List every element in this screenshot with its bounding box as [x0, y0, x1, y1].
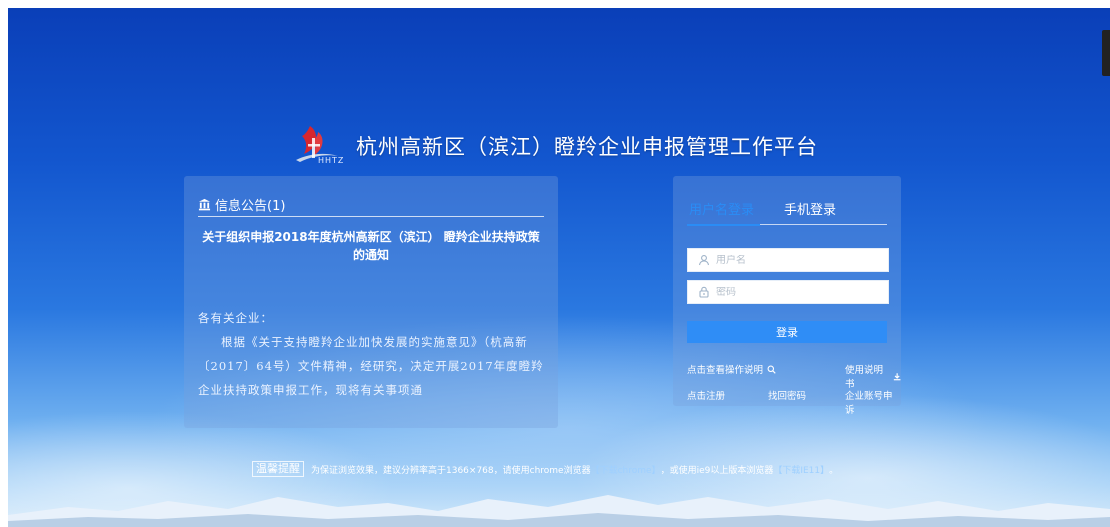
logo-text: HHTZ	[318, 156, 345, 165]
tip-text-3: 。	[829, 465, 839, 476]
login-tabs: 用户名登录 手机登录	[687, 198, 887, 226]
lock-icon	[699, 286, 709, 298]
download-chrome-link[interactable]: 【下载chrome】	[591, 463, 661, 476]
view-guide-link[interactable]: 点击查看操作说明	[687, 362, 776, 376]
tip-label: 温馨提醒	[252, 461, 304, 477]
tab-username-login[interactable]: 用户名登录	[687, 198, 761, 226]
page-title: 杭州高新区（滨江）瞪羚企业申报管理工作平台	[356, 135, 818, 159]
notice-paragraph: 根据《关于支持瞪羚企业加快发展的实施意见》（杭高新〔2017〕64号）文件精神，…	[198, 335, 544, 397]
username-field[interactable]	[687, 248, 889, 272]
manual-label: 使用说明书	[845, 365, 884, 390]
side-handle[interactable]	[1102, 30, 1110, 76]
footer-tip: 温馨提醒 为保证浏览效果，建议分辨率高于1366×768，请使用chrome浏览…	[252, 461, 838, 477]
notice-salutation: 各有关企业：	[198, 311, 273, 325]
manual-download-link[interactable]: 使用说明书	[845, 362, 901, 390]
account-appeal-link[interactable]: 企业账号申诉	[845, 388, 901, 416]
user-icon	[698, 255, 710, 266]
tip-text-2: ，或使用ie9以上版本浏览器	[660, 465, 774, 476]
password-input[interactable]	[716, 286, 888, 298]
header: HHTZ 杭州高新区（滨江）瞪羚企业申报管理工作平台	[292, 120, 818, 172]
login-button[interactable]: 登录	[687, 321, 887, 343]
platform-logo: HHTZ	[292, 120, 350, 172]
username-input[interactable]	[716, 254, 888, 266]
download-icon	[893, 372, 901, 380]
search-zoom-icon	[767, 365, 776, 374]
register-link[interactable]: 点击注册	[687, 388, 725, 402]
notice-panel: 信息公告(1) 关于组织申报2018年度杭州高新区（滨江） 瞪羚企业扶持政策的通…	[184, 176, 558, 428]
notice-heading: 信息公告(1)	[215, 198, 286, 214]
view-guide-label: 点击查看操作说明	[687, 365, 764, 376]
tab-phone-login[interactable]: 手机登录	[782, 198, 842, 224]
download-ie-link[interactable]: 【下载IE11】	[773, 463, 829, 476]
password-field[interactable]	[687, 280, 889, 304]
notice-link-title[interactable]: 关于组织申报2018年度杭州高新区（滨江） 瞪羚企业扶持政策的通知	[198, 228, 544, 264]
forgot-password-link[interactable]: 找回密码	[768, 388, 806, 402]
notice-content: 各有关企业： 根据《关于支持瞪羚企业加快发展的实施意见》（杭高新〔2017〕64…	[198, 306, 548, 402]
notice-header: 信息公告(1)	[198, 192, 544, 217]
tip-text-1: 为保证浏览效果，建议分辨率高于1366×768，请使用chrome浏览器	[311, 465, 591, 476]
login-panel: 用户名登录 手机登录 登录 点击查看操作说明 使用说明书 点击注册 找回密	[673, 176, 901, 416]
background	[8, 8, 1110, 527]
bank-icon	[198, 198, 211, 210]
